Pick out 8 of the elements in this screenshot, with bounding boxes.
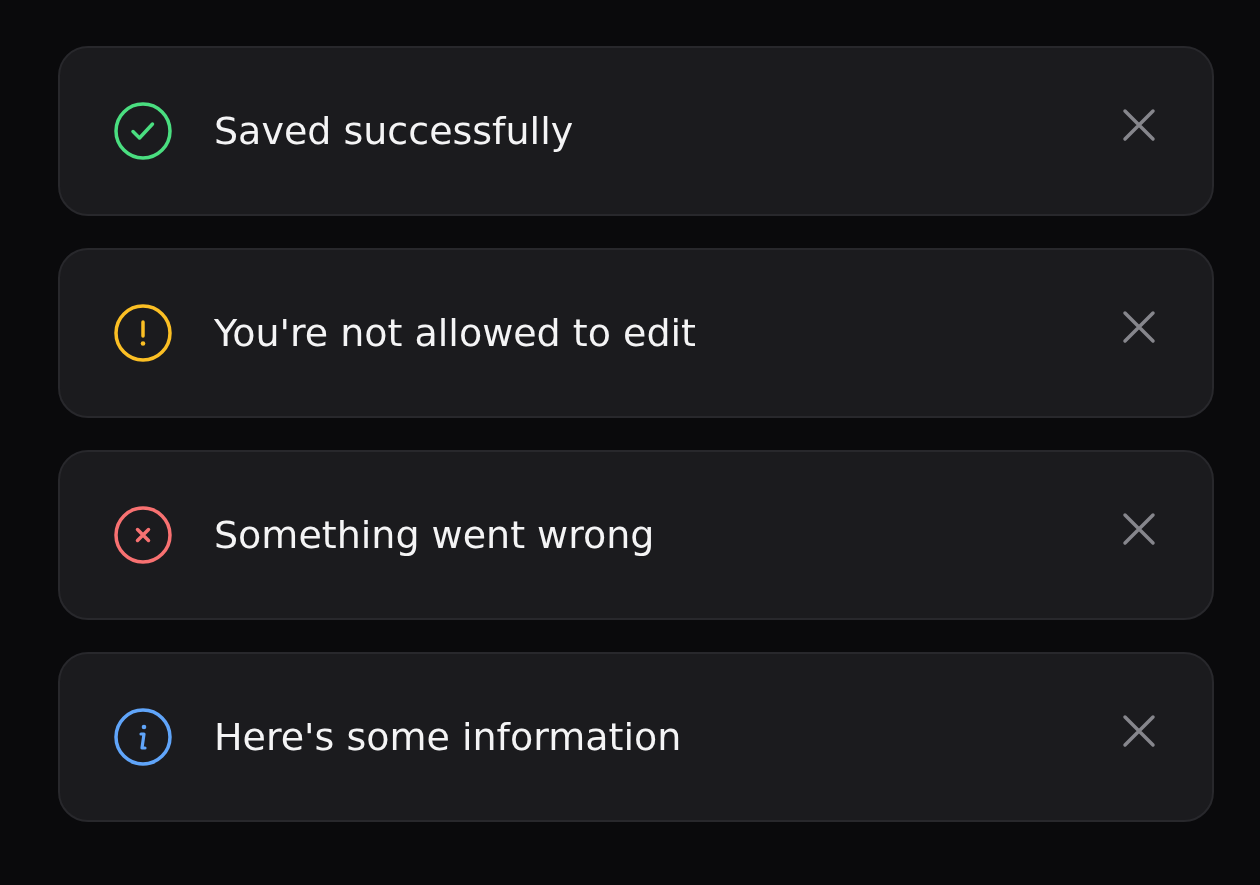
toast-message: Here's some information (214, 715, 683, 759)
toast-message: You're not allowed to edit (214, 311, 697, 355)
close-button[interactable] (1122, 108, 1156, 142)
toast-message: Something went wrong (214, 513, 656, 557)
toast-message: Saved successfully (214, 109, 575, 153)
close-button[interactable] (1122, 512, 1156, 546)
close-button[interactable] (1122, 310, 1156, 344)
close-button[interactable] (1122, 714, 1156, 748)
